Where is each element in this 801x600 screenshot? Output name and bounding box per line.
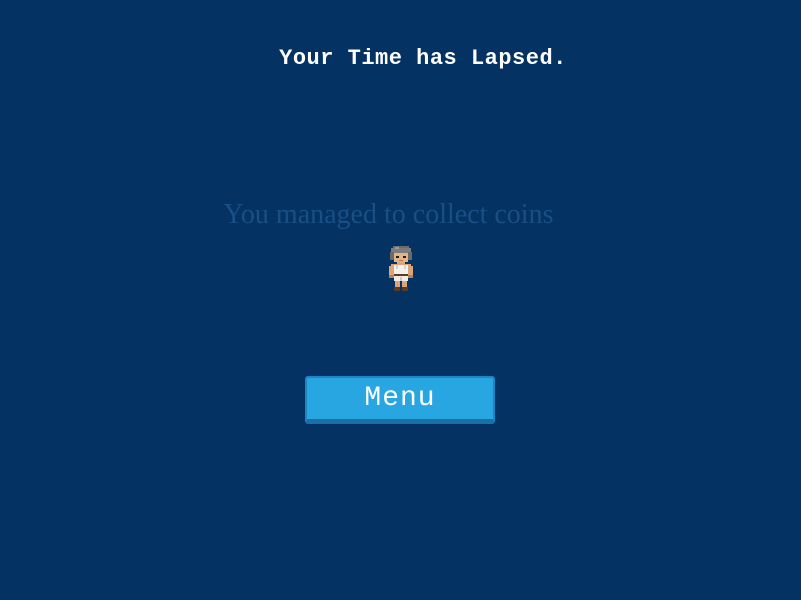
menu-button[interactable]: Menu [305, 376, 495, 424]
coins-collected-message: You managed to collect coins [223, 199, 554, 230]
game-over-title: Your Time has Lapsed. [279, 46, 567, 71]
player-character-icon [389, 246, 413, 291]
menu-button-label: Menu [364, 383, 436, 414]
game-over-screen: Your Time has Lapsed. You managed to col… [0, 0, 801, 600]
